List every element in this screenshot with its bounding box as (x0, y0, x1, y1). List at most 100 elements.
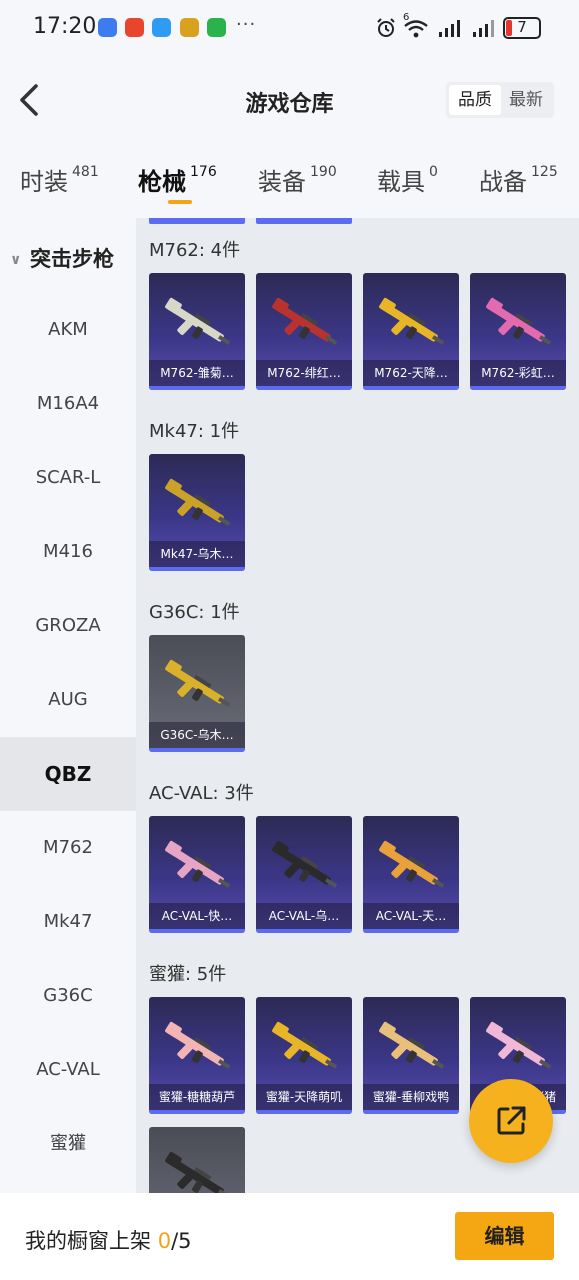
header: 游戏仓库 品质 最新 (0, 58, 579, 146)
weapon-name: AC-VAL-乌… (256, 903, 352, 929)
weapon-image (486, 297, 552, 345)
weapon-card[interactable]: AC-VAL-快… (149, 816, 245, 933)
category-label: 突击步枪 (30, 247, 114, 271)
category-tabs: 时装 481 枪械 176 装备 190 载具 0 战备 125 (0, 146, 579, 218)
tab-vehicles[interactable]: 载具 0 (377, 162, 438, 202)
share-external-icon (497, 1106, 526, 1135)
group-header: M762: 4件 (149, 240, 241, 261)
weapon-card[interactable]: M762-绯红… (256, 273, 352, 390)
weapon-image (379, 297, 445, 345)
showcase-total: /5 (171, 1229, 192, 1253)
weapon-image (379, 1021, 445, 1069)
more-notifications: ··· (236, 14, 257, 35)
weapon-name: 蜜獾-糖糖葫芦 (149, 1084, 245, 1110)
weapon-sidebar: ∨ 突击步枪 AKM M16A4 SCAR-L M416 GROZA AUG QBZ M762 M… (0, 218, 136, 1193)
sidebar-item[interactable]: M762 (0, 811, 136, 885)
weapon-name: M762-雏菊… (149, 360, 245, 386)
weapon-card[interactable]: AC-VAL-天… (363, 816, 459, 933)
tab-label: 战备 (479, 168, 527, 196)
sort-latest-button[interactable]: 最新 (500, 85, 552, 115)
active-tab-indicator (168, 200, 192, 204)
alarm-icon (377, 18, 395, 37)
sidebar-item[interactable]: 蜜獾 (0, 1107, 136, 1181)
signal-1-icon (439, 20, 460, 37)
weapon-name: M762-天降… (363, 360, 459, 386)
sidebar-item[interactable]: SCAR-L (0, 441, 136, 515)
card-bottom-bar (256, 929, 352, 933)
weapon-name: G36C-乌木… (149, 722, 245, 748)
partial-card (256, 218, 352, 224)
sidebar-item[interactable]: AKM (0, 293, 136, 367)
edit-button[interactable]: 编辑 (455, 1212, 554, 1260)
weapon-card[interactable]: 蜜獾-天降萌叽 (256, 997, 352, 1114)
battery-level: 7 (517, 18, 527, 36)
sidebar-item[interactable]: G36C (0, 959, 136, 1033)
weapon-card[interactable]: 蜜獾-垂柳戏鸭 (363, 997, 459, 1114)
sidebar-item[interactable]: AC-VAL (0, 1033, 136, 1107)
card-bottom-bar (256, 386, 352, 390)
bottom-bar: 我的橱窗上架 0/5 编辑 (0, 1193, 579, 1280)
sidebar-item[interactable]: M416 (0, 515, 136, 589)
weapon-image (165, 478, 231, 526)
share-button[interactable] (469, 1079, 553, 1163)
card-bottom-bar (149, 386, 245, 390)
group-header: G36C: 1件 (149, 602, 240, 623)
app-red-icon (125, 18, 144, 37)
weapon-name: 蜜獾-天降萌叽 (256, 1084, 352, 1110)
weapon-card[interactable]: G36C-乌木… (149, 635, 245, 752)
card-bottom-bar (363, 386, 459, 390)
card-bottom-bar (149, 748, 245, 752)
card-bottom-bar (149, 1110, 245, 1114)
weapon-card[interactable]: Mk47-乌木… (149, 454, 245, 571)
sidebar-item[interactable]: M16A4 (0, 367, 136, 441)
card-bottom-bar (363, 1110, 459, 1114)
weapon-card[interactable]: 蜜獾-糖糖葫芦 (149, 997, 245, 1114)
battery-icon: 7 (503, 17, 541, 39)
group-header: Mk47: 1件 (149, 421, 240, 442)
chevron-down-icon: ∨ (10, 252, 22, 268)
card-bottom-bar (363, 929, 459, 933)
wechat-icon (207, 18, 226, 37)
sort-quality-button[interactable]: 品质 (449, 85, 501, 115)
reward-icon (180, 18, 199, 37)
game-warehouse-screen: 17:20 ··· 6 7 游戏仓库 品质 最新 时装 481 枪械 176 装备 1… (0, 0, 579, 1280)
weapon-card[interactable]: M762-天降… (363, 273, 459, 390)
weapon-name: M762-绯红… (256, 360, 352, 386)
group-header: AC-VAL: 3件 (149, 783, 254, 804)
sidebar-item[interactable]: GROZA (0, 589, 136, 663)
weapon-name: M762-彩虹… (470, 360, 566, 386)
weapon-card[interactable]: AC-VAL-乌… (256, 816, 352, 933)
weapon-name: 蜜獾-垂柳戏鸭 (363, 1084, 459, 1110)
showcase-label: 我的橱窗上架 (25, 1229, 151, 1253)
category-header[interactable]: ∨ 突击步枪 (10, 243, 114, 273)
sidebar-item[interactable]: Mk47 (0, 885, 136, 959)
card-bottom-bar (149, 567, 245, 571)
tab-supplies[interactable]: 战备 125 (479, 162, 558, 202)
clock: 17:20 (33, 14, 97, 39)
showcase-status: 我的橱窗上架 0/5 (25, 1225, 192, 1255)
weapon-card[interactable]: M762-彩虹… (470, 273, 566, 390)
weapon-card[interactable]: M762-雏菊… (149, 273, 245, 390)
tab-equipment[interactable]: 装备 190 (258, 162, 337, 202)
app-blue-icon (98, 18, 117, 37)
sidebar-item[interactable]: QBZ (0, 737, 136, 811)
weapon-image (379, 840, 445, 888)
tab-count: 125 (531, 164, 558, 180)
weapon-card[interactable]: 蜜獾-乌木金纹 (149, 1127, 245, 1193)
weapon-image (272, 297, 338, 345)
card-bottom-bar (256, 1110, 352, 1114)
tab-outfits[interactable]: 时装 481 (20, 162, 99, 202)
weapon-grid: M762: 4件 M762-雏菊… M762-绯红… M762-天降… M762-彩虹…… (136, 218, 579, 1193)
tab-firearms[interactable]: 枪械 176 (138, 162, 217, 204)
tab-count: 176 (190, 164, 217, 180)
showcase-count: 0 (157, 1229, 172, 1253)
weapon-image (272, 1021, 338, 1069)
status-bar: 17:20 ··· 6 7 (0, 0, 579, 58)
sidebar-item[interactable]: AUG (0, 663, 136, 737)
group-header: 蜜獾: 5件 (149, 964, 227, 985)
tab-count: 0 (429, 164, 438, 180)
tab-count: 190 (310, 164, 337, 180)
card-bottom-bar (470, 386, 566, 390)
weapon-name: Mk47-乌木… (149, 541, 245, 567)
network-label: 6 (403, 12, 410, 23)
